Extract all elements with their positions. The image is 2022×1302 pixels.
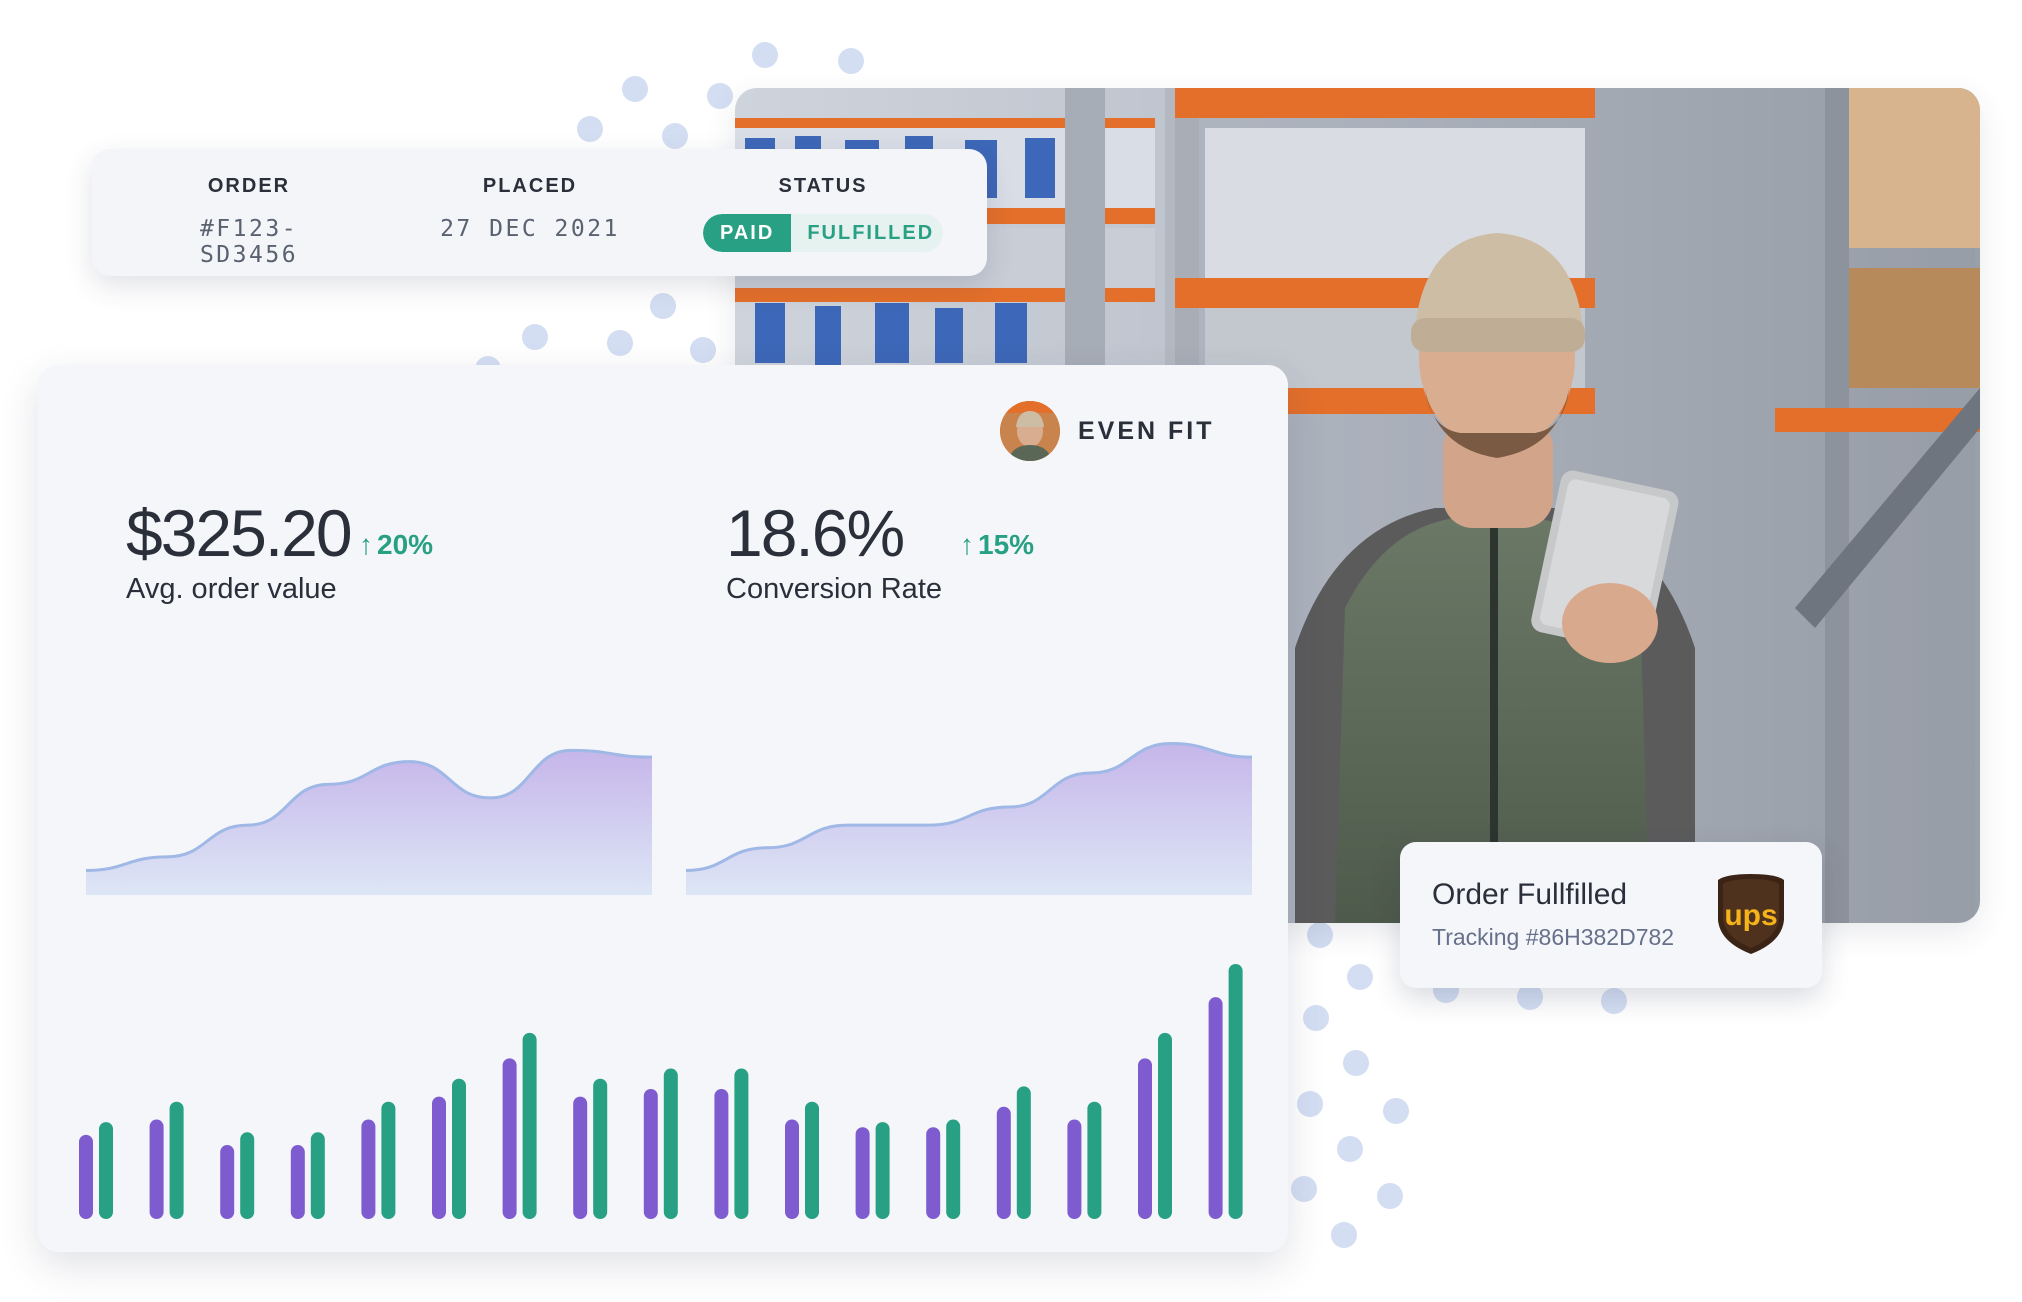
bar-series-1: [996, 1106, 1011, 1219]
metric-delta-value: 20%: [377, 529, 434, 560]
bar-series-2: [593, 1078, 608, 1219]
bar-series-1: [714, 1088, 729, 1219]
metric-label: Conversion Rate: [726, 573, 942, 605]
bar-series-1: [1208, 997, 1223, 1219]
order-number: #F123-SD3456: [199, 216, 299, 268]
store-brand: EVEN FIT: [1000, 401, 1215, 461]
arrow-up-icon: ↑: [960, 529, 974, 560]
order-column: ORDER #F123-SD3456: [154, 175, 344, 268]
bar-series-2: [381, 1101, 396, 1219]
placed-date: 27 DEC 2021: [440, 216, 620, 242]
placed-column: PLACED 27 DEC 2021: [435, 175, 625, 242]
arrow-up-icon: ↑: [359, 529, 373, 560]
ups-logo-text: ups: [1724, 899, 1777, 932]
bar-series-2: [522, 1032, 537, 1219]
status-label: STATUS: [778, 175, 868, 197]
bar-series-1: [785, 1119, 799, 1219]
bar-series-2: [805, 1101, 819, 1219]
bar-series-2: [1228, 964, 1243, 1219]
bar-series-1: [1067, 1119, 1082, 1219]
order-fulfilled-card: Order Fullfilled Tracking #86H382D782 up…: [1400, 842, 1822, 988]
metric-delta-value: 15%: [978, 529, 1035, 560]
bar-series-1: [149, 1119, 164, 1219]
bar-series-2: [310, 1132, 325, 1219]
bar-series-2: [875, 1122, 890, 1219]
bar-series-2: [734, 1068, 749, 1219]
bar-series-2: [169, 1101, 184, 1219]
bar-series-1: [643, 1088, 658, 1219]
metric-value: $325.20: [126, 496, 353, 570]
tracking-number: Tracking #86H382D782: [1432, 924, 1675, 950]
bar-series-2: [663, 1068, 678, 1219]
avg-order-value-metric: $325.20 ↑ 20% Avg. order value: [126, 495, 433, 606]
placed-label: PLACED: [482, 175, 578, 197]
order-summary-card: ORDER #F123-SD3456 PLACED 27 DEC 2021 ST…: [92, 149, 987, 276]
bar-series-2: [1016, 1086, 1031, 1219]
analytics-dashboard-card: EVEN FIT $325.20 ↑ 20% Avg. order value …: [38, 365, 1288, 1252]
status-fulfilled-badge: FULFILLED: [807, 222, 935, 244]
fulfilled-title: Order Fullfilled: [1432, 878, 1628, 911]
bar-series-2: [99, 1122, 113, 1219]
metric-label: Avg. order value: [126, 573, 337, 605]
store-name: EVEN FIT: [1078, 416, 1215, 445]
metric-value: 18.6%: [726, 496, 905, 570]
conversion-rate-area-chart: [686, 742, 1252, 895]
metric-delta: ↑ 20%: [359, 529, 433, 561]
bar-series-1: [1138, 1058, 1152, 1219]
metric-delta: ↑ 15%: [960, 529, 1034, 561]
bar-series-1: [573, 1096, 588, 1219]
bar-series-1: [855, 1127, 870, 1219]
ups-logo-icon: ups: [1718, 874, 1784, 954]
bar-series-1: [502, 1058, 517, 1219]
order-label: ORDER: [207, 175, 291, 197]
bar-series-1: [432, 1096, 446, 1219]
conversion-rate-metric: 18.6% ↑ 15% Conversion Rate: [726, 495, 1034, 606]
bar-series-2: [1087, 1101, 1102, 1219]
avg-order-value-area-chart: [86, 748, 652, 895]
bar-series-1: [926, 1127, 941, 1219]
area-fill: [686, 743, 1252, 895]
bar-series-2: [946, 1119, 961, 1219]
bar-series-2: [452, 1078, 466, 1219]
bar-series-1: [361, 1119, 376, 1219]
status-paid-badge: PAID: [703, 214, 792, 252]
bar-series-1: [79, 1134, 93, 1219]
bar-series-2: [1158, 1032, 1172, 1219]
status-badge: PAID FULFILLED: [703, 214, 943, 252]
orders-bar-chart: [79, 964, 1243, 1219]
avatar: [1000, 401, 1060, 461]
bar-series-2: [240, 1132, 255, 1219]
status-column: STATUS PAID FULFILLED: [703, 175, 943, 252]
bar-series-1: [220, 1145, 235, 1219]
bar-series-1: [290, 1145, 305, 1219]
